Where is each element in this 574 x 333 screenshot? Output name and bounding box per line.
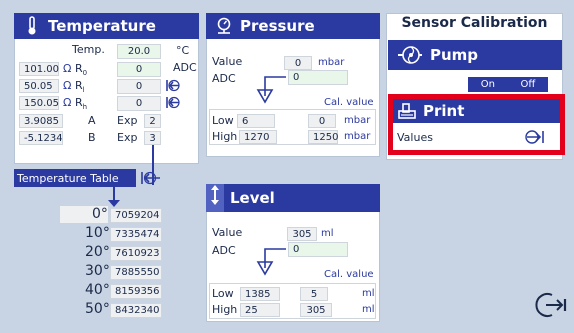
level-adc-arrow-icon bbox=[250, 248, 288, 276]
pressure-high-field[interactable]: 1270 bbox=[239, 130, 277, 144]
table-row-value[interactable]: 7335474 bbox=[110, 227, 162, 242]
exp-b-field[interactable]: 3 bbox=[144, 131, 161, 145]
coef-a-label: A bbox=[88, 114, 96, 127]
ohm-symbol: Ω bbox=[63, 96, 72, 109]
pressure-low-cal-field[interactable]: 0 bbox=[308, 114, 336, 128]
pressure-low-label: Low bbox=[212, 114, 234, 127]
level-low-field[interactable]: 1385 bbox=[240, 287, 280, 301]
temperature-title: Temperature bbox=[48, 17, 156, 35]
r1-symbol: Rl bbox=[75, 79, 85, 95]
level-low-label: Low bbox=[212, 287, 234, 300]
table-arrow-head-icon bbox=[107, 199, 121, 208]
table-row-degree: 10° bbox=[85, 225, 110, 241]
r2-value-field[interactable]: 150.05 bbox=[19, 96, 59, 110]
temperature-header: Temperature bbox=[14, 13, 199, 39]
exp-b-label: Exp bbox=[117, 131, 138, 144]
r1-adc-field: 0 bbox=[117, 79, 161, 94]
temp-value-field[interactable]: 20.0 bbox=[117, 44, 161, 59]
pressure-high-label: High bbox=[212, 130, 238, 143]
table-row-degree: 50° bbox=[85, 301, 110, 317]
pressure-high-cal-field[interactable]: 1250 bbox=[308, 130, 338, 144]
coef-b-label: B bbox=[88, 131, 96, 144]
ohm-symbol: Ω bbox=[63, 62, 72, 75]
print-values-button[interactable] bbox=[524, 129, 546, 145]
r0-value-field[interactable]: 101.00 bbox=[19, 62, 59, 76]
pressure-cal-label: Cal. value bbox=[324, 97, 374, 108]
pump-icon bbox=[396, 44, 424, 66]
table-row-value[interactable]: 7059204 bbox=[110, 208, 162, 223]
r2-adc-field: 0 bbox=[117, 96, 161, 111]
table-capture-icon[interactable] bbox=[140, 171, 162, 185]
temperature-table-button[interactable]: Temperature Table bbox=[14, 169, 136, 187]
pressure-adc-field: 0 bbox=[288, 70, 348, 85]
pump-title: Pump bbox=[430, 46, 479, 64]
pressure-low-unit: mbar bbox=[344, 115, 371, 126]
level-arrows-icon bbox=[206, 184, 224, 212]
r0-adc-field: 0 bbox=[117, 62, 161, 77]
table-row-value[interactable]: 7610923 bbox=[110, 246, 162, 261]
temp-label: Temp. bbox=[72, 43, 105, 56]
table-row-value[interactable]: 8159356 bbox=[110, 284, 162, 299]
level-high-label: High bbox=[212, 303, 238, 316]
level-value-label: Value bbox=[212, 226, 243, 239]
pressure-title: Pressure bbox=[240, 17, 315, 35]
pump-toggle: On Off bbox=[468, 77, 548, 92]
pressure-high-unit: mbar bbox=[344, 131, 371, 142]
thermometer-icon bbox=[22, 16, 42, 36]
table-row-degree: 20° bbox=[85, 244, 110, 260]
level-unit: ml bbox=[321, 228, 334, 239]
pressure-value-field: 0 bbox=[284, 56, 312, 70]
coef-b-field[interactable]: -5.1234 bbox=[19, 131, 63, 145]
level-value-field: 305 bbox=[287, 227, 317, 241]
pressure-value-label: Value bbox=[212, 55, 243, 68]
adc-label: ADC bbox=[173, 61, 197, 74]
pressure-unit: mbar bbox=[318, 57, 345, 68]
r2-symbol: Rh bbox=[75, 96, 88, 112]
level-title: Level bbox=[230, 189, 275, 207]
table-row-degree: 30° bbox=[85, 263, 110, 279]
pump-header: Pump bbox=[388, 40, 562, 70]
table-row-value[interactable]: 8432340 bbox=[110, 303, 162, 318]
table-row-value[interactable]: 7885550 bbox=[110, 265, 162, 280]
pump-on-button[interactable]: On bbox=[481, 79, 495, 90]
r0-symbol: R0 bbox=[75, 62, 88, 78]
pressure-adc-arrow-icon bbox=[250, 76, 288, 104]
exp-a-label: Exp bbox=[117, 114, 138, 127]
pressure-gauge-icon bbox=[214, 16, 234, 36]
exp-a-field[interactable]: 2 bbox=[144, 114, 161, 128]
print-values-label: Values bbox=[397, 131, 433, 144]
level-high-field[interactable]: 25 bbox=[240, 303, 280, 317]
exit-icon[interactable] bbox=[534, 291, 568, 319]
level-adc-field: 0 bbox=[288, 242, 348, 257]
printer-icon bbox=[397, 102, 417, 120]
pump-off-button[interactable]: Off bbox=[520, 79, 535, 90]
r1-capture-icon[interactable] bbox=[165, 79, 181, 92]
calibration-title: Sensor Calibration bbox=[401, 15, 548, 31]
level-low-cal-field[interactable]: 5 bbox=[300, 287, 328, 301]
print-header: Print bbox=[393, 99, 560, 123]
pressure-header: Pressure bbox=[206, 13, 380, 39]
pressure-adc-label: ADC bbox=[212, 72, 236, 85]
r1-value-field[interactable]: 50.05 bbox=[19, 79, 59, 93]
pressure-low-field[interactable]: 6 bbox=[237, 114, 275, 128]
level-high-unit: ml bbox=[362, 304, 375, 315]
level-adc-label: ADC bbox=[212, 244, 236, 257]
level-high-cal-field[interactable]: 305 bbox=[300, 303, 332, 317]
level-cal-label: Cal. value bbox=[324, 269, 374, 280]
table-row-degree: 40° bbox=[85, 282, 110, 298]
temp-unit: °C bbox=[176, 44, 190, 57]
print-title: Print bbox=[423, 102, 465, 120]
level-low-unit: ml bbox=[362, 288, 375, 299]
ohm-symbol: Ω bbox=[63, 79, 72, 92]
r2-capture-icon[interactable] bbox=[165, 96, 181, 109]
level-header: Level bbox=[206, 184, 380, 212]
table-row-degree: 0° bbox=[92, 206, 108, 222]
coef-a-field[interactable]: 3.9085 bbox=[19, 114, 63, 128]
